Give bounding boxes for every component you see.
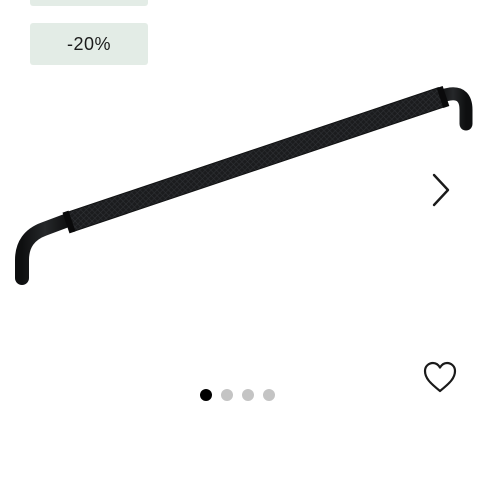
gallery-dot-2[interactable]: [221, 389, 233, 401]
chevron-right-icon[interactable]: [424, 170, 458, 210]
gallery-dot-1[interactable]: [200, 389, 212, 401]
gallery-pagination: [200, 389, 275, 401]
badge-top-partial: [30, 0, 148, 6]
gallery-dot-3[interactable]: [242, 389, 254, 401]
product-gallery: -20%: [0, 0, 480, 480]
discount-badge: -20%: [30, 23, 148, 65]
gallery-dot-4[interactable]: [263, 389, 275, 401]
product-image: [15, 86, 473, 285]
heart-outline-icon[interactable]: [422, 360, 458, 394]
